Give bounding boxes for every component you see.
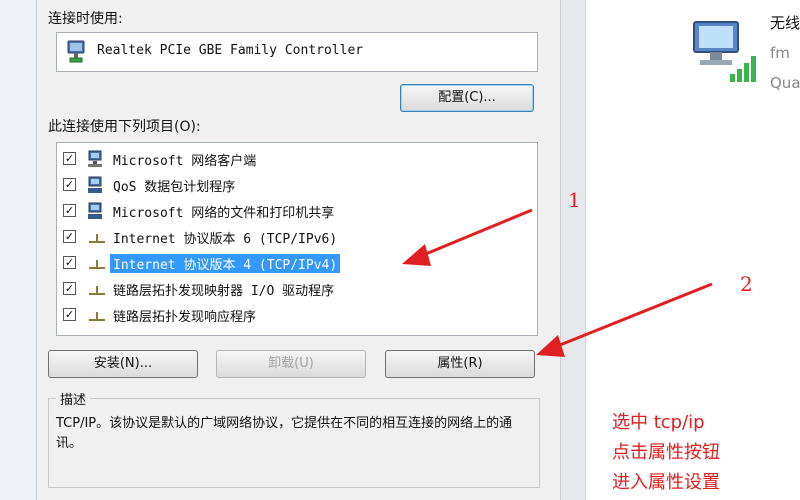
annotation-marker-2: 2	[740, 272, 753, 296]
adapter-name: Realtek PCIe GBE Family Controller	[97, 43, 364, 58]
list-item[interactable]: ✓ Internet 协议版本 6 (TCP/IPv6)	[57, 225, 527, 249]
description-text: TCP/IP。该协议是默认的广域网络协议，它提供在不同的相互连接的网络上的通讯。	[56, 416, 513, 451]
install-button[interactable]: 安装(N)...	[48, 350, 198, 378]
list-item[interactable]: ✓ 链路层拓扑发现响应程序	[57, 303, 527, 327]
description-title: 描述	[56, 389, 91, 408]
list-item[interactable]: ✓ 链路层拓扑发现映射器 I/O 驱动程序	[57, 277, 527, 301]
dialog-right-edge	[560, 0, 585, 500]
list-item[interactable]: ✓ Microsoft 网络客户端	[57, 147, 527, 171]
protocol-icon	[89, 312, 105, 321]
item-checkbox[interactable]: ✓	[63, 204, 76, 217]
annotation-marker-1: 1	[568, 188, 581, 212]
wireless-network-icon	[693, 21, 756, 82]
qos-scheduler-icon	[88, 176, 102, 193]
connect-using-label: 连接时使用:	[48, 11, 123, 27]
dialog-left-edge	[0, 0, 37, 500]
item-checkbox[interactable]: ✓	[63, 152, 76, 165]
properties-button[interactable]: 属性(R)	[385, 350, 535, 378]
item-label: Microsoft 网络的文件和打印机共享	[113, 206, 335, 221]
right-panel-line2: fm	[770, 44, 790, 62]
item-label: Internet 协议版本 6 (TCP/IPv6)	[113, 232, 338, 247]
item-checkbox[interactable]: ✓	[63, 282, 76, 295]
annotation-note-line-1: 选中 tcp/ip	[612, 412, 705, 433]
components-list[interactable]: ✓ Microsoft 网络客户端 ✓ QoS 数据包计划程序 ✓ Micros…	[56, 142, 538, 336]
protocol-icon	[89, 260, 105, 269]
file-printer-share-icon	[88, 202, 102, 219]
adapter-field: Realtek PCIe GBE Family Controller	[56, 32, 538, 72]
list-item[interactable]: ✓ QoS 数据包计划程序	[57, 173, 527, 197]
item-label: 链路层拓扑发现响应程序	[113, 310, 257, 325]
network-adapter-icon	[67, 40, 85, 63]
item-checkbox[interactable]: ✓	[63, 230, 76, 243]
uninstall-button[interactable]: 卸载(U)	[216, 350, 366, 378]
right-panel-title: 无线	[770, 14, 800, 32]
item-checkbox[interactable]: ✓	[63, 256, 76, 269]
connection-properties-dialog: 连接时使用: Realtek PCIe GBE Family Controlle…	[0, 0, 585, 500]
item-checkbox[interactable]: ✓	[63, 308, 76, 321]
item-label: Internet 协议版本 4 (TCP/IPv4)	[110, 254, 341, 273]
item-checkbox[interactable]: ✓	[63, 178, 76, 191]
protocol-icon	[89, 234, 105, 243]
items-label: 此连接使用下列项目(O):	[48, 119, 201, 135]
item-label: QoS 数据包计划程序	[113, 180, 236, 195]
annotation-note-line-2: 点击属性按钮	[612, 442, 720, 463]
item-label: Microsoft 网络客户端	[113, 154, 257, 169]
configure-button[interactable]: 配置(C)...	[400, 84, 534, 112]
list-item-selected[interactable]: ✓ Internet 协议版本 4 (TCP/IPv4)	[57, 251, 527, 275]
right-panel-line3: Qua	[770, 74, 800, 92]
annotation-note-line-3: 进入属性设置	[612, 472, 720, 493]
network-client-icon	[88, 150, 102, 167]
list-item[interactable]: ✓ Microsoft 网络的文件和打印机共享	[57, 199, 527, 223]
protocol-icon	[89, 286, 105, 295]
item-label: 链路层拓扑发现映射器 I/O 驱动程序	[113, 284, 335, 299]
